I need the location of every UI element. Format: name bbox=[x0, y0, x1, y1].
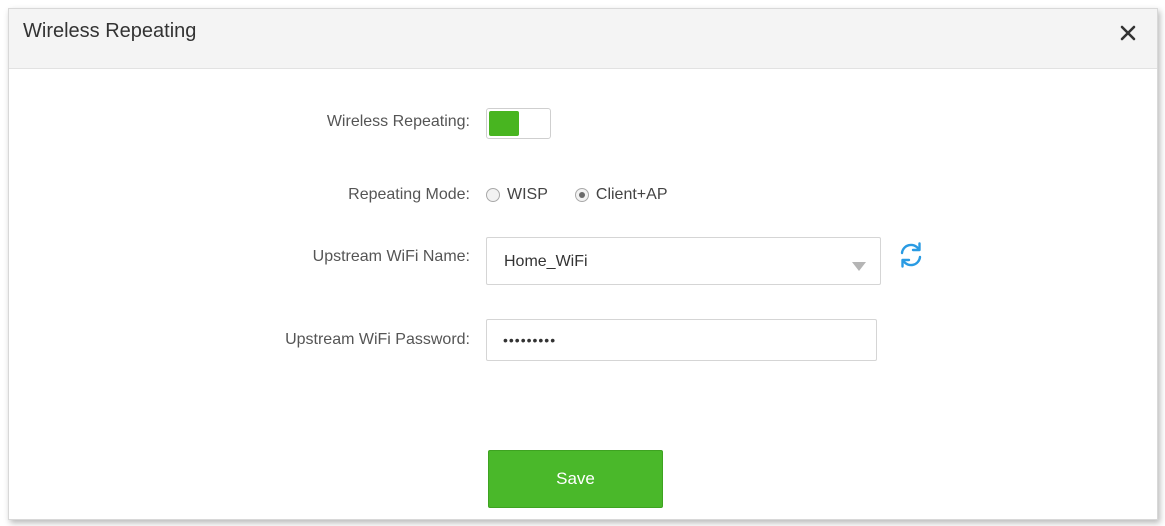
upstream-wifi-name-select[interactable]: Home_WiFi bbox=[486, 237, 881, 285]
close-icon[interactable] bbox=[1117, 22, 1139, 44]
chevron-down-icon bbox=[852, 258, 866, 276]
radio-option-client-ap[interactable]: Client+AP bbox=[574, 186, 668, 204]
upstream-wifi-name-label: Upstream WiFi Name: bbox=[312, 248, 470, 265]
radio-option-wisp[interactable]: WISP bbox=[486, 186, 548, 204]
radio-client-ap-label: Client+AP bbox=[595, 186, 668, 203]
wireless-repeating-toggle[interactable] bbox=[486, 108, 551, 139]
dialog-header: Wireless Repeating bbox=[9, 9, 1157, 69]
dialog-title: Wireless Repeating bbox=[23, 20, 197, 42]
radio-wisp[interactable] bbox=[486, 188, 500, 202]
wireless-repeating-label: Wireless Repeating: bbox=[326, 113, 470, 130]
wireless-repeating-dialog: Wireless Repeating Wireless Repeating: R… bbox=[8, 8, 1158, 520]
repeating-mode-label: Repeating Mode: bbox=[348, 186, 470, 203]
radio-wisp-label: WISP bbox=[507, 186, 548, 203]
upstream-wifi-password-label: Upstream WiFi Password: bbox=[285, 331, 470, 348]
save-button[interactable]: Save bbox=[488, 450, 663, 508]
upstream-wifi-password-input[interactable] bbox=[486, 319, 877, 361]
refresh-icon[interactable] bbox=[896, 240, 926, 270]
repeating-mode-radio-group: WISP Client+AP bbox=[486, 183, 667, 207]
radio-client-ap[interactable] bbox=[574, 188, 589, 202]
upstream-wifi-name-value: Home_WiFi bbox=[504, 253, 588, 270]
toggle-on-indicator bbox=[489, 111, 519, 136]
